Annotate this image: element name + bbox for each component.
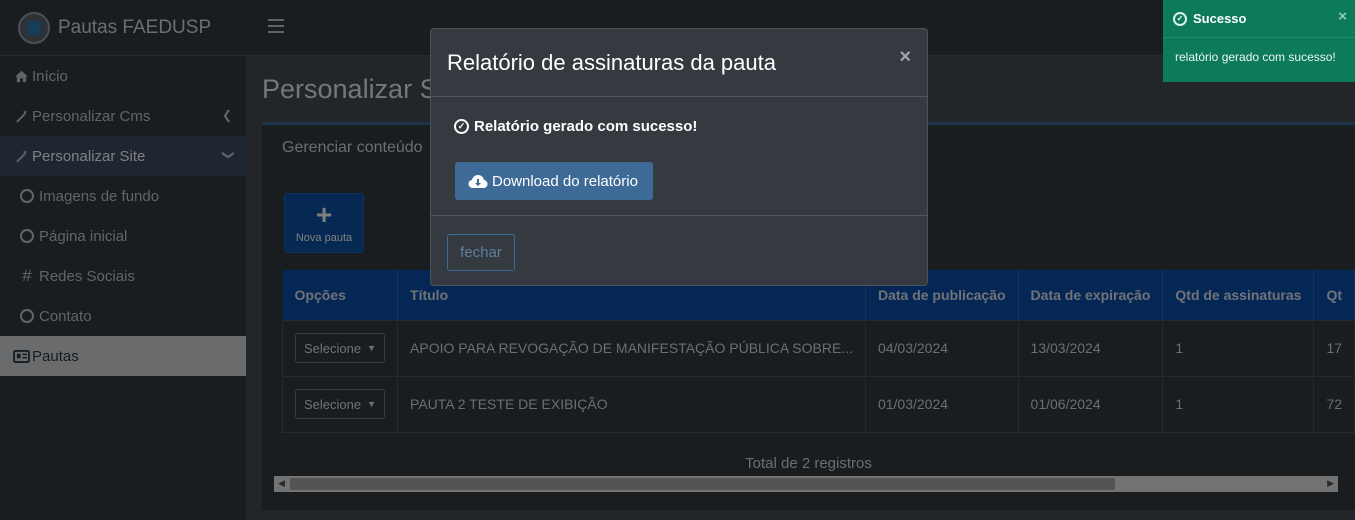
modal-header: Relatório de assinaturas da pauta × <box>431 29 927 97</box>
success-message: ✓ Relatório gerado com sucesso! <box>454 118 697 135</box>
fechar-button[interactable]: fechar <box>447 234 515 271</box>
success-toast: ✓ Sucesso × relatório gerado com sucesso… <box>1163 0 1355 82</box>
toast-body: relatório gerado com sucesso! <box>1175 50 1336 64</box>
close-icon[interactable]: × <box>899 46 911 69</box>
toast-close-icon[interactable]: × <box>1338 8 1347 25</box>
download-report-button[interactable]: Download do relatório <box>455 162 653 200</box>
report-modal: Relatório de assinaturas da pauta × ✓ Re… <box>430 28 928 286</box>
modal-title: Relatório de assinaturas da pauta <box>447 50 776 75</box>
modal-body: ✓ Relatório gerado com sucesso! Download… <box>431 98 927 216</box>
download-report-label: Download do relatório <box>492 172 638 190</box>
check-circle-icon: ✓ <box>454 119 469 134</box>
cloud-download-icon <box>468 174 488 188</box>
toast-header: ✓ Sucesso × <box>1163 0 1355 38</box>
success-message-text: Relatório gerado com sucesso! <box>474 118 698 135</box>
check-circle-icon: ✓ <box>1173 11 1187 26</box>
toast-title: Sucesso <box>1193 11 1247 26</box>
